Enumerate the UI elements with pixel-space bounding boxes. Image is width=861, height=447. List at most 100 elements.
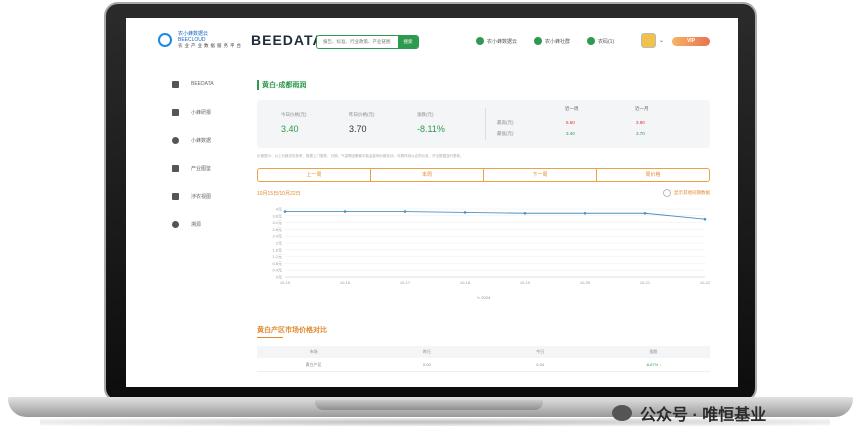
data-point xyxy=(523,211,527,215)
sidebar-item-label: 溯源 xyxy=(191,221,202,228)
month-label: 近一月 xyxy=(635,106,649,111)
price-summary: 今日价格(元) 3.40 昨日价格(元) 3.70 涨跌(元) -8.11% 近… xyxy=(257,100,710,148)
y-tick-label: 0.8元 xyxy=(272,261,282,266)
legend-line-icon: ∿ xyxy=(476,295,481,300)
sidebar-item-label: 涉农视图 xyxy=(191,193,212,200)
group-icon xyxy=(534,37,542,45)
nav-data-cloud[interactable]: 农小蜂数据云 xyxy=(476,37,517,45)
code-icon xyxy=(587,37,595,45)
data-point xyxy=(703,217,707,221)
y-tick-label: 2.4元 xyxy=(272,234,282,239)
watermark-text: 公众号 · 唯恒基业 xyxy=(640,407,767,424)
change-value: -8.67% xyxy=(645,362,659,367)
sidebar: BEEDATA 小蜂研报 小蜂数据 产业图鉴 涉农视图 溯源 xyxy=(172,70,252,238)
low-label: 最低(元) xyxy=(497,131,514,136)
price-note: 价格提示：以上价格仅供参考，数据上门更新，日期，气温等因素都可能会影响价格变动，… xyxy=(257,154,464,158)
price-change-value: -8.11% xyxy=(417,124,445,134)
tab-prev-week[interactable]: 上一周 xyxy=(258,169,371,181)
data-point xyxy=(403,210,407,213)
watermark: 公众号 · 唯恒基业 xyxy=(612,401,766,425)
data-point xyxy=(283,210,287,213)
radio-icon xyxy=(663,189,671,197)
today-price-value: 3.40 xyxy=(281,124,299,134)
sidebar-item-label: 小蜂研报 xyxy=(191,109,212,116)
week-low: 3.40 xyxy=(566,131,575,136)
chevron-down-icon[interactable]: ⌄ xyxy=(659,37,664,44)
price-chart: 4元 3.6元 3.2元 2.8元 2.4元 2元 1.6元 1.2元 0.8元 0.4元 0元 10… xyxy=(257,203,710,293)
high-label: 最高(元) xyxy=(497,120,514,125)
y-tick-label: 1.2元 xyxy=(272,254,282,259)
yesterday-price-label: 昨日价格(元) xyxy=(349,112,375,117)
sidebar-item-label: BEEDATA xyxy=(191,81,214,87)
nav-label: 农小蜂数据云 xyxy=(487,38,518,45)
week-high: 5.50 xyxy=(566,120,575,125)
laptop-notch xyxy=(315,400,543,410)
page-title: 黄白-成都雨润 xyxy=(257,80,306,90)
sidebar-item-trace[interactable]: 溯源 xyxy=(172,210,252,238)
price-change: 涨跌(元) -8.11% xyxy=(417,112,445,134)
arrow-down-icon: ↓ xyxy=(659,362,662,367)
table-header: 市场 昨日 今日 涨跌 xyxy=(257,346,710,358)
yesterday-price-value: 3.70 xyxy=(349,124,367,134)
stage: 农小蜂数据云 BEECLOUD 农业产业数据服务平台 BEEDATA 报告、标准… xyxy=(0,0,861,447)
date-row: 10月15日/10月22日 显示其他同期数据 xyxy=(257,187,710,201)
avatar[interactable] xyxy=(641,33,656,48)
tab-weekly-price[interactable]: 周价格 xyxy=(597,169,709,181)
cloud-icon xyxy=(172,136,179,144)
search-input[interactable]: 报告、标准、行业政策、产业链图 xyxy=(317,36,398,48)
table-cell: -8.67% ↓ xyxy=(597,358,710,371)
nav-label: 农码(1) xyxy=(598,38,615,45)
sidebar-item-atlas[interactable]: 产业图鉴 xyxy=(172,154,252,182)
chart-svg: 4元3.6元3.2元2.8元2.4元2元1.6元1.2元0.8元0.4元0元10… xyxy=(272,207,710,286)
leaf-icon xyxy=(476,37,484,45)
globe-icon xyxy=(172,220,179,228)
x-tick-label: 10-16 xyxy=(340,280,351,285)
x-tick-label: 10-20 xyxy=(580,280,591,285)
compare-toggle[interactable]: 显示其他同期数据 xyxy=(663,189,710,197)
data-point xyxy=(643,211,647,215)
sidebar-item-label: 小蜂数据 xyxy=(191,137,212,144)
tab-this-week[interactable]: 本周 xyxy=(371,169,484,181)
yesterday-price: 昨日价格(元) 3.70 xyxy=(349,112,375,134)
y-tick-label: 0.4元 xyxy=(272,268,282,273)
table-cell: 0.00 xyxy=(422,362,431,367)
sidebar-item-label: 产业图鉴 xyxy=(191,165,212,172)
table-row[interactable]: 黄白产区 0.00 0.34 -8.67% ↓ xyxy=(257,358,710,372)
sidebar-item-views[interactable]: 涉农视图 xyxy=(172,182,252,210)
x-tick-label: 10-18 xyxy=(460,280,471,285)
vip-badge[interactable]: VIP xyxy=(672,37,710,46)
x-tick-label: 10-21 xyxy=(640,280,651,285)
header-cell: 昨日 xyxy=(422,349,431,354)
divider xyxy=(485,108,486,140)
report-icon xyxy=(172,108,179,116)
header-cell: 今日 xyxy=(536,349,545,354)
sidebar-item-home[interactable]: BEEDATA xyxy=(172,70,252,98)
y-tick-label: 3.6元 xyxy=(272,213,282,218)
home-icon xyxy=(172,80,179,88)
screen: 农小蜂数据云 BEECLOUD 农业产业数据服务平台 BEEDATA 报告、标准… xyxy=(126,18,738,387)
sidebar-item-data[interactable]: 小蜂数据 xyxy=(172,126,252,154)
y-tick-label: 1.6元 xyxy=(272,247,282,252)
compare-title: 黄白产区市场价格对比 xyxy=(257,327,327,334)
price-change-label: 涨跌(元) xyxy=(417,112,434,117)
search-bar: 报告、标准、行业政策、产业链图 搜索 xyxy=(316,35,419,49)
y-tick-label: 2.8元 xyxy=(272,227,282,232)
sidebar-item-reports[interactable]: 小蜂研报 xyxy=(172,98,252,126)
data-point xyxy=(583,211,587,215)
today-price-label: 今日价格(元) xyxy=(281,112,307,117)
data-point xyxy=(463,211,467,214)
brand-logo[interactable]: 农小蜂数据云 BEECLOUD 农业产业数据服务平台 BEEDATA xyxy=(158,31,324,49)
logo-tagline: 农业产业数据服务平台 xyxy=(178,43,243,48)
month-low: 3.70 xyxy=(636,131,645,136)
x-tick-label: 10-17 xyxy=(400,280,411,285)
tab-next-week[interactable]: 下一周 xyxy=(484,169,597,181)
chart-legend[interactable]: ∿ 2024 xyxy=(257,295,710,303)
series-line xyxy=(285,211,706,220)
y-tick-label: 0元 xyxy=(276,275,282,280)
search-button[interactable]: 搜索 xyxy=(398,36,418,48)
data-point xyxy=(343,210,347,213)
nav-community[interactable]: 农小蜂社群 xyxy=(534,37,570,45)
week-label: 近一周 xyxy=(565,106,579,111)
nav-code[interactable]: 农码(1) xyxy=(587,37,614,45)
x-tick-label: 10-19 xyxy=(520,280,531,285)
